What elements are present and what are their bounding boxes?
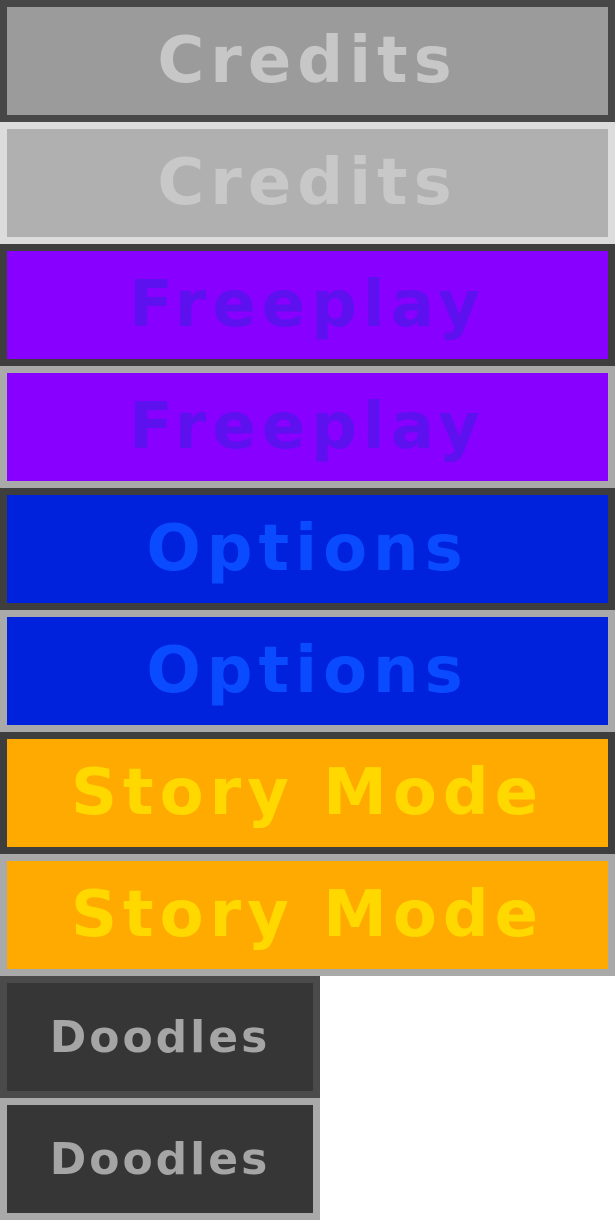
credits-button-hover[interactable]: Credits: [0, 122, 615, 244]
story-mode-button-hover[interactable]: Story Mode: [0, 854, 615, 976]
story-mode-button[interactable]: Story Mode: [0, 732, 615, 854]
credits-button-hover-label: Credits: [157, 146, 458, 220]
options-button-label: Options: [146, 512, 469, 586]
options-button[interactable]: Options: [0, 488, 615, 610]
freeplay-button-hover[interactable]: Freeplay: [0, 366, 615, 488]
story-mode-button-hover-label: Story Mode: [70, 878, 545, 952]
freeplay-button-label: Freeplay: [129, 268, 486, 342]
options-button-hover-label: Options: [146, 634, 469, 708]
doodles-button-label: Doodles: [49, 1011, 271, 1063]
freeplay-button-hover-label: Freeplay: [129, 390, 486, 464]
story-mode-button-label: Story Mode: [70, 756, 545, 830]
doodles-button-hover[interactable]: Doodles: [0, 1098, 320, 1220]
freeplay-button[interactable]: Freeplay: [0, 244, 615, 366]
doodles-button[interactable]: Doodles: [0, 976, 320, 1098]
options-button-hover[interactable]: Options: [0, 610, 615, 732]
credits-button-label: Credits: [157, 24, 458, 98]
credits-button[interactable]: Credits: [0, 0, 615, 122]
doodles-button-hover-label: Doodles: [49, 1133, 271, 1185]
